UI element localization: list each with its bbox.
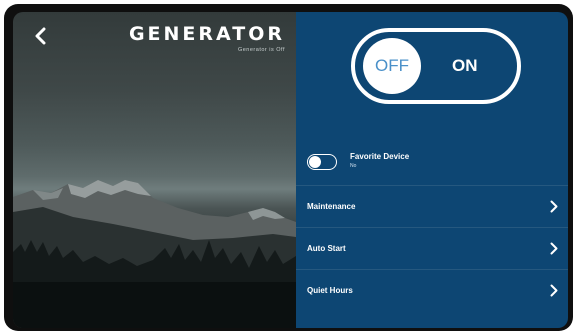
favorite-device-label: Favorite Device	[350, 152, 410, 161]
device-frame: GENERATOR Generator is Off OFF ON Favori…	[4, 4, 573, 331]
generator-status-text: Generator is Off	[237, 47, 285, 53]
favorite-toggle-knob	[309, 155, 321, 168]
menu-item-label: Auto Start	[307, 244, 346, 253]
favorite-device-toggle[interactable]	[307, 154, 337, 170]
chevron-right-icon	[550, 284, 558, 297]
back-button[interactable]	[27, 22, 55, 50]
mountain-scene-image	[13, 180, 296, 328]
menu-item-auto-start[interactable]: Auto Start	[296, 227, 568, 269]
power-off-label: OFF	[375, 56, 409, 75]
power-toggle-switch[interactable]: OFF ON	[351, 28, 521, 104]
background-photo: GENERATOR Generator is Off	[13, 12, 296, 328]
chevron-right-icon	[550, 242, 558, 255]
chevron-left-icon	[35, 27, 46, 45]
menu-item-quiet-hours[interactable]: Quiet Hours	[296, 269, 568, 311]
menu-item-maintenance[interactable]: Maintenance	[296, 185, 568, 227]
chevron-right-icon	[550, 200, 558, 213]
favorite-device-status: No	[350, 163, 357, 169]
generator-screen: GENERATOR Generator is Off OFF ON Favori…	[13, 12, 568, 328]
power-toggle-knob: OFF	[363, 38, 421, 94]
settings-menu: Maintenance Auto Start Quiet Hours	[296, 185, 568, 311]
controls-panel: OFF ON Favorite Device No Maintenance Au…	[296, 12, 568, 328]
menu-item-label: Quiet Hours	[307, 286, 353, 295]
power-on-label: ON	[452, 56, 478, 75]
page-title: GENERATOR	[128, 23, 285, 45]
menu-item-label: Maintenance	[307, 202, 356, 211]
favorite-device-row: Favorite Device No	[307, 152, 557, 176]
